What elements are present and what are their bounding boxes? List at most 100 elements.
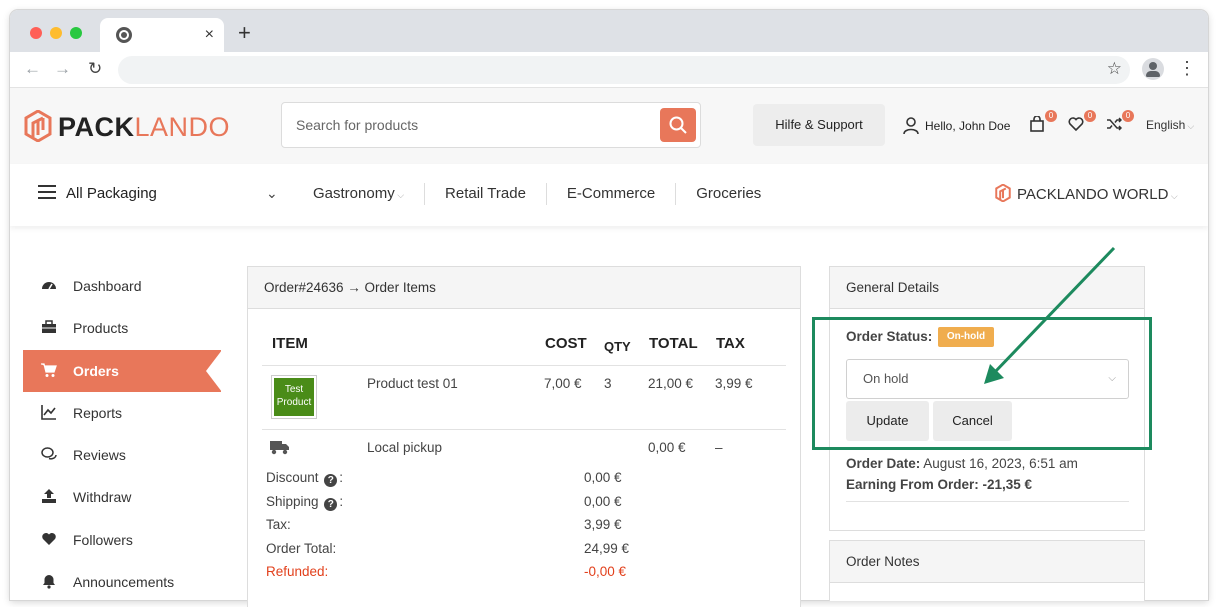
new-tab-button[interactable]: + (238, 22, 251, 44)
address-bar[interactable]: ☆ (118, 56, 1130, 84)
search-input[interactable] (296, 114, 636, 136)
general-details-heading: General Details (830, 267, 1144, 309)
shipping-method-name: Local pickup (367, 440, 443, 455)
briefcase-icon (41, 319, 57, 335)
search-button[interactable] (660, 108, 696, 142)
truck-icon (270, 441, 289, 455)
comments-icon (41, 446, 57, 462)
tab-close-icon[interactable]: × (205, 25, 214, 45)
sidebar-item-dashboard[interactable]: Dashboard (23, 265, 223, 307)
browser-tab[interactable]: × (100, 18, 224, 52)
browser-toolbar: ← → ↻ ☆ ⋮ (10, 52, 1208, 88)
chevron-down-icon: ⌵ (394, 190, 405, 200)
product-thumbnail-image: Test Product (274, 378, 314, 416)
shipping-total: 0,00 € (648, 440, 686, 455)
heart-outline-icon (1068, 117, 1084, 132)
help-icon[interactable]: ? (324, 474, 338, 487)
tab-strip: × + (10, 10, 1208, 52)
browser-menu-icon[interactable]: ⋮ (1178, 58, 1196, 78)
category-links: Gastronomy ⌵ Retail Trade E-Commerce Gro… (294, 183, 781, 207)
category-e-commerce[interactable]: E-Commerce (547, 183, 677, 205)
sidebar-item-followers[interactable]: Followers (23, 519, 223, 561)
refunded-value: -0,00 € (584, 564, 627, 579)
column-header-item: ITEM (272, 335, 308, 352)
upload-icon (41, 488, 57, 504)
back-arrow-icon[interactable]: ← (24, 59, 41, 79)
language-selector[interactable]: English ⌵ (1146, 118, 1194, 132)
wishlist-button[interactable]: 0 (1068, 110, 1096, 136)
product-tax: 3,99 € (715, 376, 753, 391)
chevron-down-icon: ⌵ (1187, 121, 1195, 131)
all-packaging-menu[interactable]: All Packaging (38, 185, 157, 202)
minimize-window-button[interactable] (50, 27, 62, 39)
sidebar-item-products[interactable]: Products (23, 307, 223, 349)
product-name-link[interactable]: Product test 01 (367, 376, 458, 391)
sidebar-item-announcements[interactable]: Announcements (23, 561, 223, 603)
packlando-world-menu[interactable]: PACKLANDO WORLD ⌵ (995, 183, 1178, 203)
sidebar-item-withdraw[interactable]: Withdraw (23, 476, 223, 518)
refunded-label: Refunded: (266, 564, 329, 579)
earning-from-order: Earning From Order: -21,35 € (846, 477, 1033, 492)
search-icon (669, 116, 687, 134)
reload-icon[interactable]: ↻ (88, 59, 102, 79)
cart-count-badge: 0 (1045, 110, 1057, 122)
shopping-bag-icon (1030, 115, 1044, 132)
compare-button[interactable]: 0 (1106, 110, 1134, 136)
column-header-tax: TAX (716, 335, 745, 352)
shipping-tax: – (715, 440, 723, 455)
shipping-value: 0,00 € (584, 494, 622, 509)
chevron-down-icon: ⌵ (1168, 191, 1178, 201)
heart-icon (41, 531, 57, 547)
table-divider (262, 365, 786, 366)
product-thumbnail[interactable]: Test Product (271, 375, 317, 419)
chart-icon (41, 404, 57, 420)
cart-icon (41, 362, 57, 378)
shuffle-icon (1107, 117, 1123, 131)
details-divider (846, 501, 1129, 502)
greeting-text: Hello, John Doe (925, 119, 1011, 133)
packlando-logo-icon (24, 110, 52, 142)
bookmark-star-icon[interactable]: ☆ (1107, 59, 1122, 79)
category-retail-trade[interactable]: Retail Trade (425, 183, 547, 205)
search-bar (281, 102, 701, 148)
category-nav: All Packaging ⌄ Gastronomy ⌵ Retail Trad… (10, 164, 1208, 226)
user-icon (903, 117, 919, 135)
order-total-label: Order Total: (266, 541, 337, 556)
chevron-down-icon[interactable]: ⌄ (266, 185, 278, 202)
discount-label: Discount ?: (266, 470, 344, 487)
sidebar-item-orders[interactable]: Orders (23, 349, 222, 392)
tax-label: Tax: (266, 517, 291, 532)
cart-button[interactable]: 0 (1029, 110, 1057, 136)
bell-icon (41, 573, 57, 589)
column-header-total: TOTAL (649, 335, 698, 352)
category-gastronomy[interactable]: Gastronomy ⌵ (294, 183, 426, 205)
chrome-favicon-icon (116, 27, 132, 43)
site-header: PACKLANDO Hilfe & Support Hello, John Do… (10, 88, 1208, 164)
wishlist-count-badge: 0 (1084, 110, 1096, 122)
sidebar-item-reports[interactable]: Reports (23, 392, 223, 434)
product-qty: 3 (604, 376, 612, 391)
order-total-value: 24,99 € (584, 541, 630, 556)
order-date: Order Date: August 16, 2023, 6:51 am (846, 456, 1078, 471)
table-divider (262, 429, 786, 430)
close-window-button[interactable] (30, 27, 42, 39)
order-items-heading: Order#24636 → Order Items (248, 267, 800, 309)
annotation-highlight-box (812, 317, 1152, 450)
compare-count-badge: 0 (1122, 110, 1134, 122)
help-icon[interactable]: ? (324, 498, 338, 511)
hamburger-menu-icon (38, 185, 56, 200)
dashboard-sidebar: Dashboard Products Orders Reports Review… (23, 265, 223, 603)
packlando-logo-icon (995, 183, 1011, 203)
column-header-cost: COST (545, 335, 587, 352)
sidebar-item-reviews[interactable]: Reviews (23, 434, 223, 476)
order-notes-heading: Order Notes (830, 541, 1144, 583)
column-header-qty: QTY (604, 339, 631, 354)
maximize-window-button[interactable] (70, 27, 82, 39)
order-notes-panel: Order Notes (829, 540, 1145, 601)
forward-arrow-icon[interactable]: → (54, 59, 71, 79)
profile-avatar-icon[interactable] (1142, 58, 1164, 80)
shipping-label: Shipping ?: (266, 494, 344, 511)
support-button[interactable]: Hilfe & Support (753, 104, 885, 146)
category-groceries[interactable]: Groceries (676, 183, 781, 205)
product-cost: 7,00 € (544, 376, 582, 391)
